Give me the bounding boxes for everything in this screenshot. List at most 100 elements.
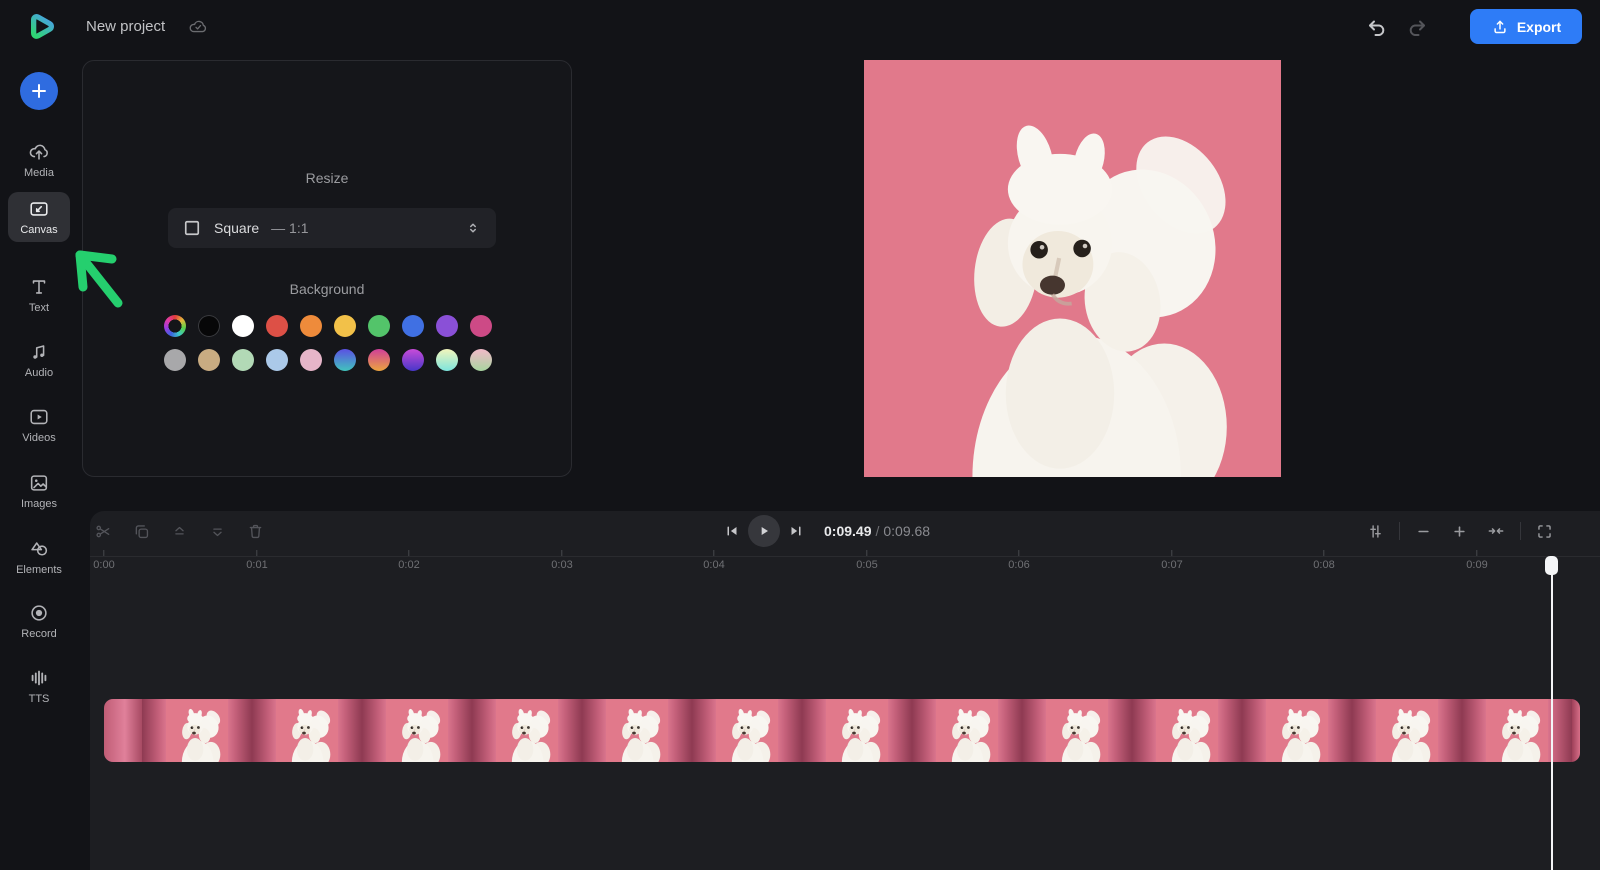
swatch-color-wheel[interactable] <box>164 315 186 337</box>
swatch-orange[interactable] <box>300 315 322 337</box>
swatch-magenta[interactable] <box>470 315 492 337</box>
swatch-gray[interactable] <box>164 349 186 371</box>
skip-to-end-icon[interactable] <box>787 522 805 540</box>
play-button[interactable] <box>748 515 780 547</box>
swatch-red[interactable] <box>266 315 288 337</box>
playhead[interactable] <box>1545 556 1558 870</box>
zoom-in-icon[interactable] <box>1450 522 1469 541</box>
ruler-mark: 0:08 <box>1313 550 1335 571</box>
timeline-settings-icon[interactable] <box>1366 522 1385 541</box>
delete-icon[interactable] <box>246 522 265 541</box>
swatch-blue-teal-gradient[interactable] <box>334 349 356 371</box>
record-icon <box>28 602 50 624</box>
time-separator: / <box>875 523 880 539</box>
canvas-settings-panel: Resize Square — 1:1 Background <box>82 60 572 477</box>
swatch-purple[interactable] <box>436 315 458 337</box>
playhead-line <box>1550 566 1553 870</box>
background-title: Background <box>289 281 365 297</box>
swatch-magenta-blue-gradient[interactable] <box>402 349 424 371</box>
add-media-button[interactable] <box>20 72 58 110</box>
annotation-arrow <box>68 242 128 312</box>
divider <box>1399 522 1400 540</box>
cloud-upload-icon <box>28 141 50 163</box>
sidebar-item-images[interactable]: Images <box>4 466 74 516</box>
sidebar-item-label: Audio <box>24 367 54 379</box>
total-time: 0:09.68 <box>883 523 931 539</box>
clip-thumbnail <box>252 699 362 762</box>
ruler-mark: 0:02 <box>398 550 420 571</box>
swatch-yellow-cyan-gradient[interactable] <box>436 349 458 371</box>
zoom-to-fit-icon[interactable] <box>1486 521 1506 541</box>
sidebar-item-label: Images <box>20 498 58 510</box>
sidebar-item-audio[interactable]: Audio <box>4 335 74 385</box>
sidebar-item-videos[interactable]: Videos <box>4 400 74 450</box>
clip-thumbnail <box>692 699 802 762</box>
fullscreen-icon[interactable] <box>1535 522 1554 541</box>
swatch-light-green[interactable] <box>232 349 254 371</box>
redo-button[interactable] <box>1405 16 1429 40</box>
sidebar-item-record[interactable]: Record <box>4 596 74 646</box>
swatch-white[interactable] <box>232 315 254 337</box>
swatch-yellow[interactable] <box>334 315 356 337</box>
aspect-ratio-dropdown[interactable]: Square — 1:1 <box>168 208 496 248</box>
sidebar-item-label: Record <box>21 628 57 640</box>
app-window: New project Export Media Canvas Text Aud… <box>0 0 1600 870</box>
playhead-handle[interactable] <box>1545 556 1558 575</box>
current-time: 0:09.49 <box>824 523 872 539</box>
ruler-label: 0:02 <box>398 559 420 571</box>
clip-thumbnail <box>1132 699 1242 762</box>
ruler-mark: 0:04 <box>703 550 725 571</box>
undo-button[interactable] <box>1365 16 1389 40</box>
divider <box>1520 522 1521 540</box>
ruler-label: 0:05 <box>856 559 878 571</box>
clip-thumbnail <box>472 699 582 762</box>
clip-thumbnail <box>362 699 472 762</box>
bring-forward-icon[interactable] <box>170 522 189 541</box>
skip-to-start-icon[interactable] <box>723 522 741 540</box>
sidebar-item-media[interactable]: Media <box>4 135 74 185</box>
plus-icon <box>28 80 50 102</box>
export-button[interactable]: Export <box>1470 9 1582 44</box>
sidebar-item-elements[interactable]: Elements <box>4 532 74 582</box>
shapes-icon <box>28 538 50 560</box>
video-preview-canvas[interactable] <box>864 60 1281 477</box>
ruler-label: 0:09 <box>1466 559 1488 571</box>
swatch-black[interactable] <box>198 315 220 337</box>
aspect-ratio-suffix: — 1:1 <box>271 220 309 236</box>
swatch-green[interactable] <box>368 315 390 337</box>
sidebar-item-text[interactable]: Text <box>4 270 74 320</box>
sidebar-item-label: Canvas <box>20 224 58 236</box>
ruler-label: 0:00 <box>93 559 115 571</box>
preview-frame-poodle <box>864 60 1281 477</box>
project-title[interactable]: New project <box>86 18 165 35</box>
clip-thumbnail <box>912 699 1022 762</box>
split-icon[interactable] <box>94 522 113 541</box>
text-icon <box>28 276 50 298</box>
canvas-resize-icon <box>28 198 50 220</box>
ruler-mark: 0:05 <box>856 550 878 571</box>
sidebar-item-label: Videos <box>22 432 56 444</box>
clip-frame-fill <box>104 699 142 762</box>
timeline-ruler[interactable] <box>90 545 1600 575</box>
swatch-blue[interactable] <box>402 315 424 337</box>
swatch-light-pink[interactable] <box>300 349 322 371</box>
upload-icon <box>1491 18 1509 36</box>
ruler-label: 0:06 <box>1008 559 1030 571</box>
zoom-out-icon[interactable] <box>1414 522 1433 541</box>
swatch-pink-green-gradient[interactable] <box>470 349 492 371</box>
send-backward-icon[interactable] <box>208 522 227 541</box>
swatch-tan[interactable] <box>198 349 220 371</box>
swatch-light-blue[interactable] <box>266 349 288 371</box>
clip-thumbnail <box>1352 699 1462 762</box>
export-button-label: Export <box>1516 18 1562 35</box>
timeline-video-clip[interactable] <box>104 699 1580 762</box>
duplicate-icon[interactable] <box>132 522 151 541</box>
sidebar-item-tts[interactable]: TTS <box>4 661 74 711</box>
clip-thumbnail <box>1242 699 1352 762</box>
sidebar-item-canvas[interactable]: Canvas <box>8 192 70 242</box>
sidebar-item-label: Text <box>28 302 50 314</box>
resize-title: Resize <box>305 170 349 186</box>
swatch-pink-orange-gradient[interactable] <box>368 349 390 371</box>
clipchamp-play-logo[interactable] <box>22 11 58 45</box>
music-note-icon <box>28 341 50 363</box>
